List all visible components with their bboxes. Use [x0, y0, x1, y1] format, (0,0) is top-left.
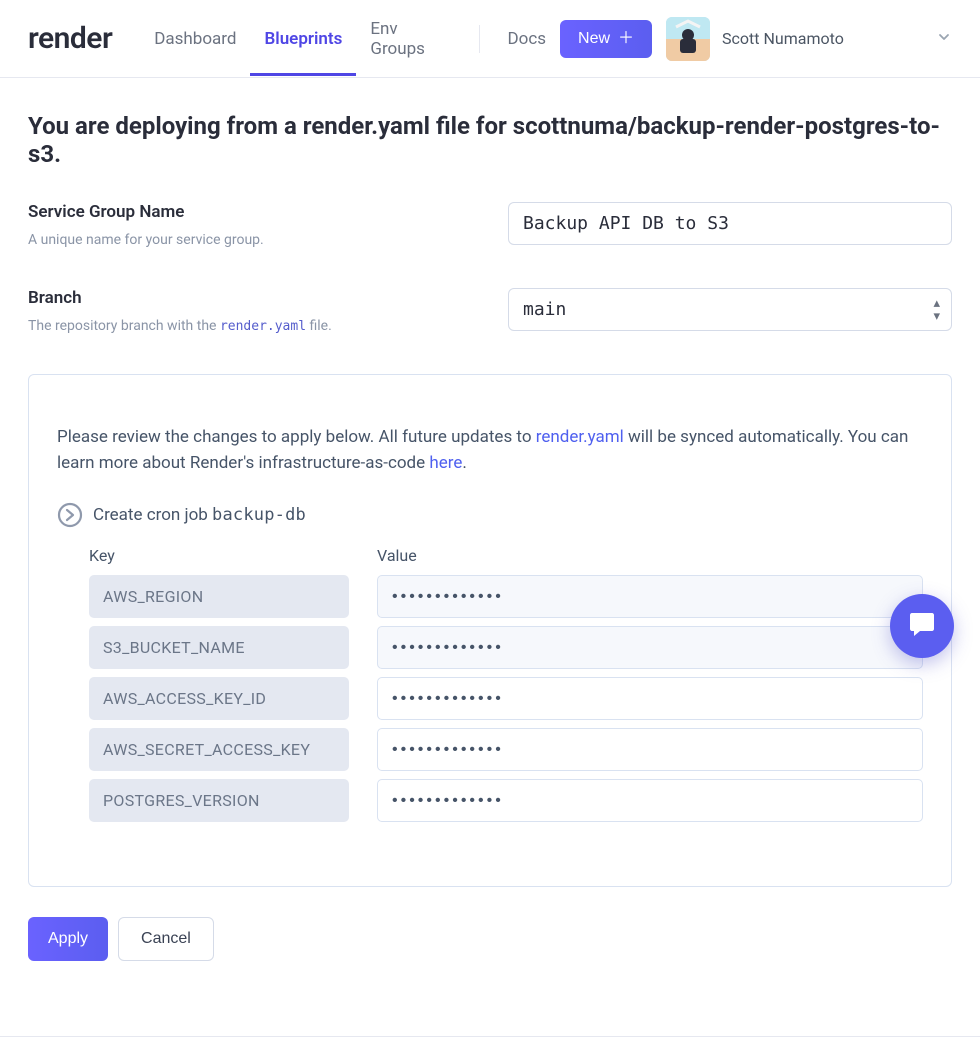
service-group-input[interactable] — [508, 202, 952, 245]
env-row: S3_BUCKET_NAME — [89, 626, 923, 669]
env-table: Key Value AWS_REGION S3_BUCKET_NAME AWS_… — [57, 546, 923, 822]
panel-text-3: . — [462, 453, 466, 473]
branch-label: Branch — [28, 288, 488, 308]
footer-divider — [0, 1036, 980, 1037]
env-value-input[interactable] — [377, 677, 923, 720]
cron-name: backup-db — [212, 505, 306, 525]
new-button-label: New — [578, 30, 610, 48]
nav-divider — [479, 25, 480, 53]
changes-panel: Please review the changes to apply below… — [28, 374, 952, 887]
form-row-service-group: Service Group Name A unique name for you… — [28, 202, 952, 248]
new-button[interactable]: New ＋ — [560, 20, 652, 58]
username-label: Scott Numamoto — [722, 29, 844, 48]
chat-icon — [906, 608, 938, 644]
form-row-branch: Branch The repository branch with the re… — [28, 288, 952, 334]
env-value-input[interactable] — [377, 728, 923, 771]
env-key: AWS_ACCESS_KEY_ID — [89, 677, 349, 720]
render-yaml-link[interactable]: render.yaml — [536, 427, 624, 447]
branch-help-post: file. — [306, 318, 332, 334]
service-group-help: A unique name for your service group. — [28, 232, 488, 248]
env-key: AWS_REGION — [89, 575, 349, 618]
changes-panel-text: Please review the changes to apply below… — [57, 425, 923, 476]
branch-help-pre: The repository branch with the — [28, 318, 220, 334]
branch-help: The repository branch with the render.ya… — [28, 318, 488, 334]
plus-icon: ＋ — [618, 31, 634, 47]
user-menu[interactable]: Scott Numamoto — [666, 17, 952, 61]
env-value-input[interactable] — [377, 626, 923, 669]
help-chat-button[interactable] — [890, 594, 954, 658]
nav-tab-blueprints[interactable]: Blueprints — [250, 3, 356, 75]
env-row: AWS_ACCESS_KEY_ID — [89, 677, 923, 720]
env-header-key: Key — [89, 546, 377, 565]
env-headers: Key Value — [89, 546, 923, 565]
cron-title: Create cron job backup-db — [93, 505, 306, 525]
nav-tab-docs[interactable]: Docs — [493, 3, 560, 75]
cancel-button[interactable]: Cancel — [118, 917, 214, 961]
cron-prefix: Create cron job — [93, 505, 212, 525]
iac-docs-link[interactable]: here — [429, 453, 462, 473]
avatar — [666, 17, 710, 61]
cron-header: Create cron job backup-db — [57, 502, 923, 528]
nav-tab-envgroups[interactable]: Env Groups — [356, 0, 464, 85]
env-row: AWS_SECRET_ACCESS_KEY — [89, 728, 923, 771]
topbar: render Dashboard Blueprints Env Groups D… — [0, 0, 980, 78]
arrow-circle-icon — [57, 502, 83, 528]
env-row: POSTGRES_VERSION — [89, 779, 923, 822]
nav-tabs: Dashboard Blueprints Env Groups Docs — [140, 0, 560, 85]
page-title: You are deploying from a render.yaml fil… — [28, 112, 952, 168]
env-key: AWS_SECRET_ACCESS_KEY — [89, 728, 349, 771]
branch-select[interactable]: main — [508, 288, 952, 331]
chevron-down-icon — [936, 29, 952, 49]
apply-button[interactable]: Apply — [28, 917, 108, 961]
env-value-input[interactable] — [377, 779, 923, 822]
env-row: AWS_REGION — [89, 575, 923, 618]
env-header-value: Value — [377, 546, 923, 565]
env-key: S3_BUCKET_NAME — [89, 626, 349, 669]
nav-tab-dashboard[interactable]: Dashboard — [140, 3, 250, 75]
service-group-label: Service Group Name — [28, 202, 488, 222]
main-content: You are deploying from a render.yaml fil… — [0, 78, 980, 1001]
brand-logo: render — [28, 21, 112, 56]
branch-help-code: render.yaml — [220, 319, 306, 334]
panel-text-1: Please review the changes to apply below… — [57, 427, 536, 447]
env-key: POSTGRES_VERSION — [89, 779, 349, 822]
env-value-input[interactable] — [377, 575, 923, 618]
action-buttons: Apply Cancel — [28, 917, 952, 961]
